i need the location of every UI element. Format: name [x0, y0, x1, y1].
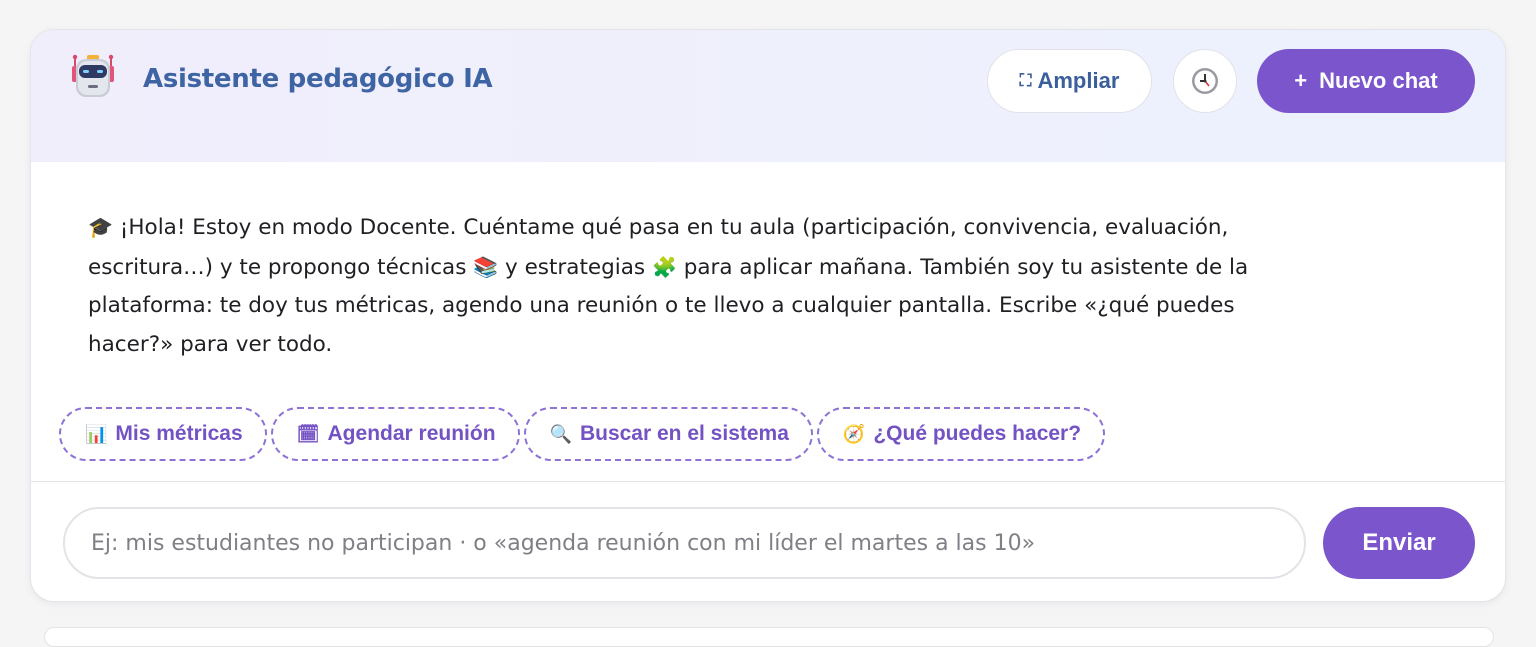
chip-label: ¿Qué puedes hacer? — [873, 422, 1082, 445]
plus-icon: + — [1294, 68, 1308, 93]
books-icon: 📚 — [473, 254, 499, 279]
expand-icon: ⛶ — [1019, 71, 1032, 90]
expand-label: Ampliar — [1037, 68, 1120, 93]
new-chat-label: Nuevo chat — [1319, 68, 1438, 93]
chip-label: Buscar en el sistema — [579, 422, 789, 445]
chip-mis-metricas[interactable]: 📊 Mis métricas — [59, 407, 267, 461]
chat-header: Asistente pedagógico IA ⛶ Ampliar + Nuev… — [31, 30, 1505, 162]
next-card — [44, 627, 1494, 647]
message-text-2: y estrategias — [505, 254, 646, 280]
send-button[interactable]: Enviar — [1323, 507, 1475, 579]
quick-actions: 📊 Mis métricas 🗓 Agendar reunión 🔍 Busca… — [59, 407, 1106, 461]
graduation-cap-icon: 🎓 — [88, 215, 113, 239]
chip-agendar-reunion[interactable]: 🗓 Agendar reunión — [270, 407, 520, 461]
message-input[interactable] — [63, 507, 1306, 579]
composer-divider — [31, 481, 1505, 482]
robot-icon — [72, 54, 114, 97]
chip-label: Mis métricas — [115, 422, 243, 445]
chip-buscar-sistema[interactable]: 🔍 Buscar en el sistema — [523, 407, 813, 461]
history-button[interactable] — [1173, 49, 1237, 113]
clock-icon — [1192, 68, 1218, 94]
assistant-welcome-message: 🎓 ¡Hola! Estoy en modo Docente. Cuéntame… — [88, 208, 1318, 364]
chip-label: Agendar reunión — [327, 422, 496, 445]
assistant-title: Asistente pedagógico IA — [143, 64, 493, 94]
chip-que-puedes-hacer[interactable]: 🧭 ¿Qué puedes hacer? — [816, 407, 1106, 461]
bar-chart-icon: 📊 — [85, 423, 108, 444]
calendar-icon: 🗓 — [296, 423, 320, 444]
puzzle-icon: 🧩 — [651, 254, 677, 279]
new-chat-button[interactable]: + Nuevo chat — [1257, 49, 1475, 113]
compass-icon: 🧭 — [842, 423, 866, 444]
expand-button[interactable]: ⛶ Ampliar — [987, 49, 1152, 113]
magnifier-icon: 🔍 — [549, 423, 572, 444]
assistant-chat-panel: Asistente pedagógico IA ⛶ Ampliar + Nuev… — [30, 29, 1506, 602]
